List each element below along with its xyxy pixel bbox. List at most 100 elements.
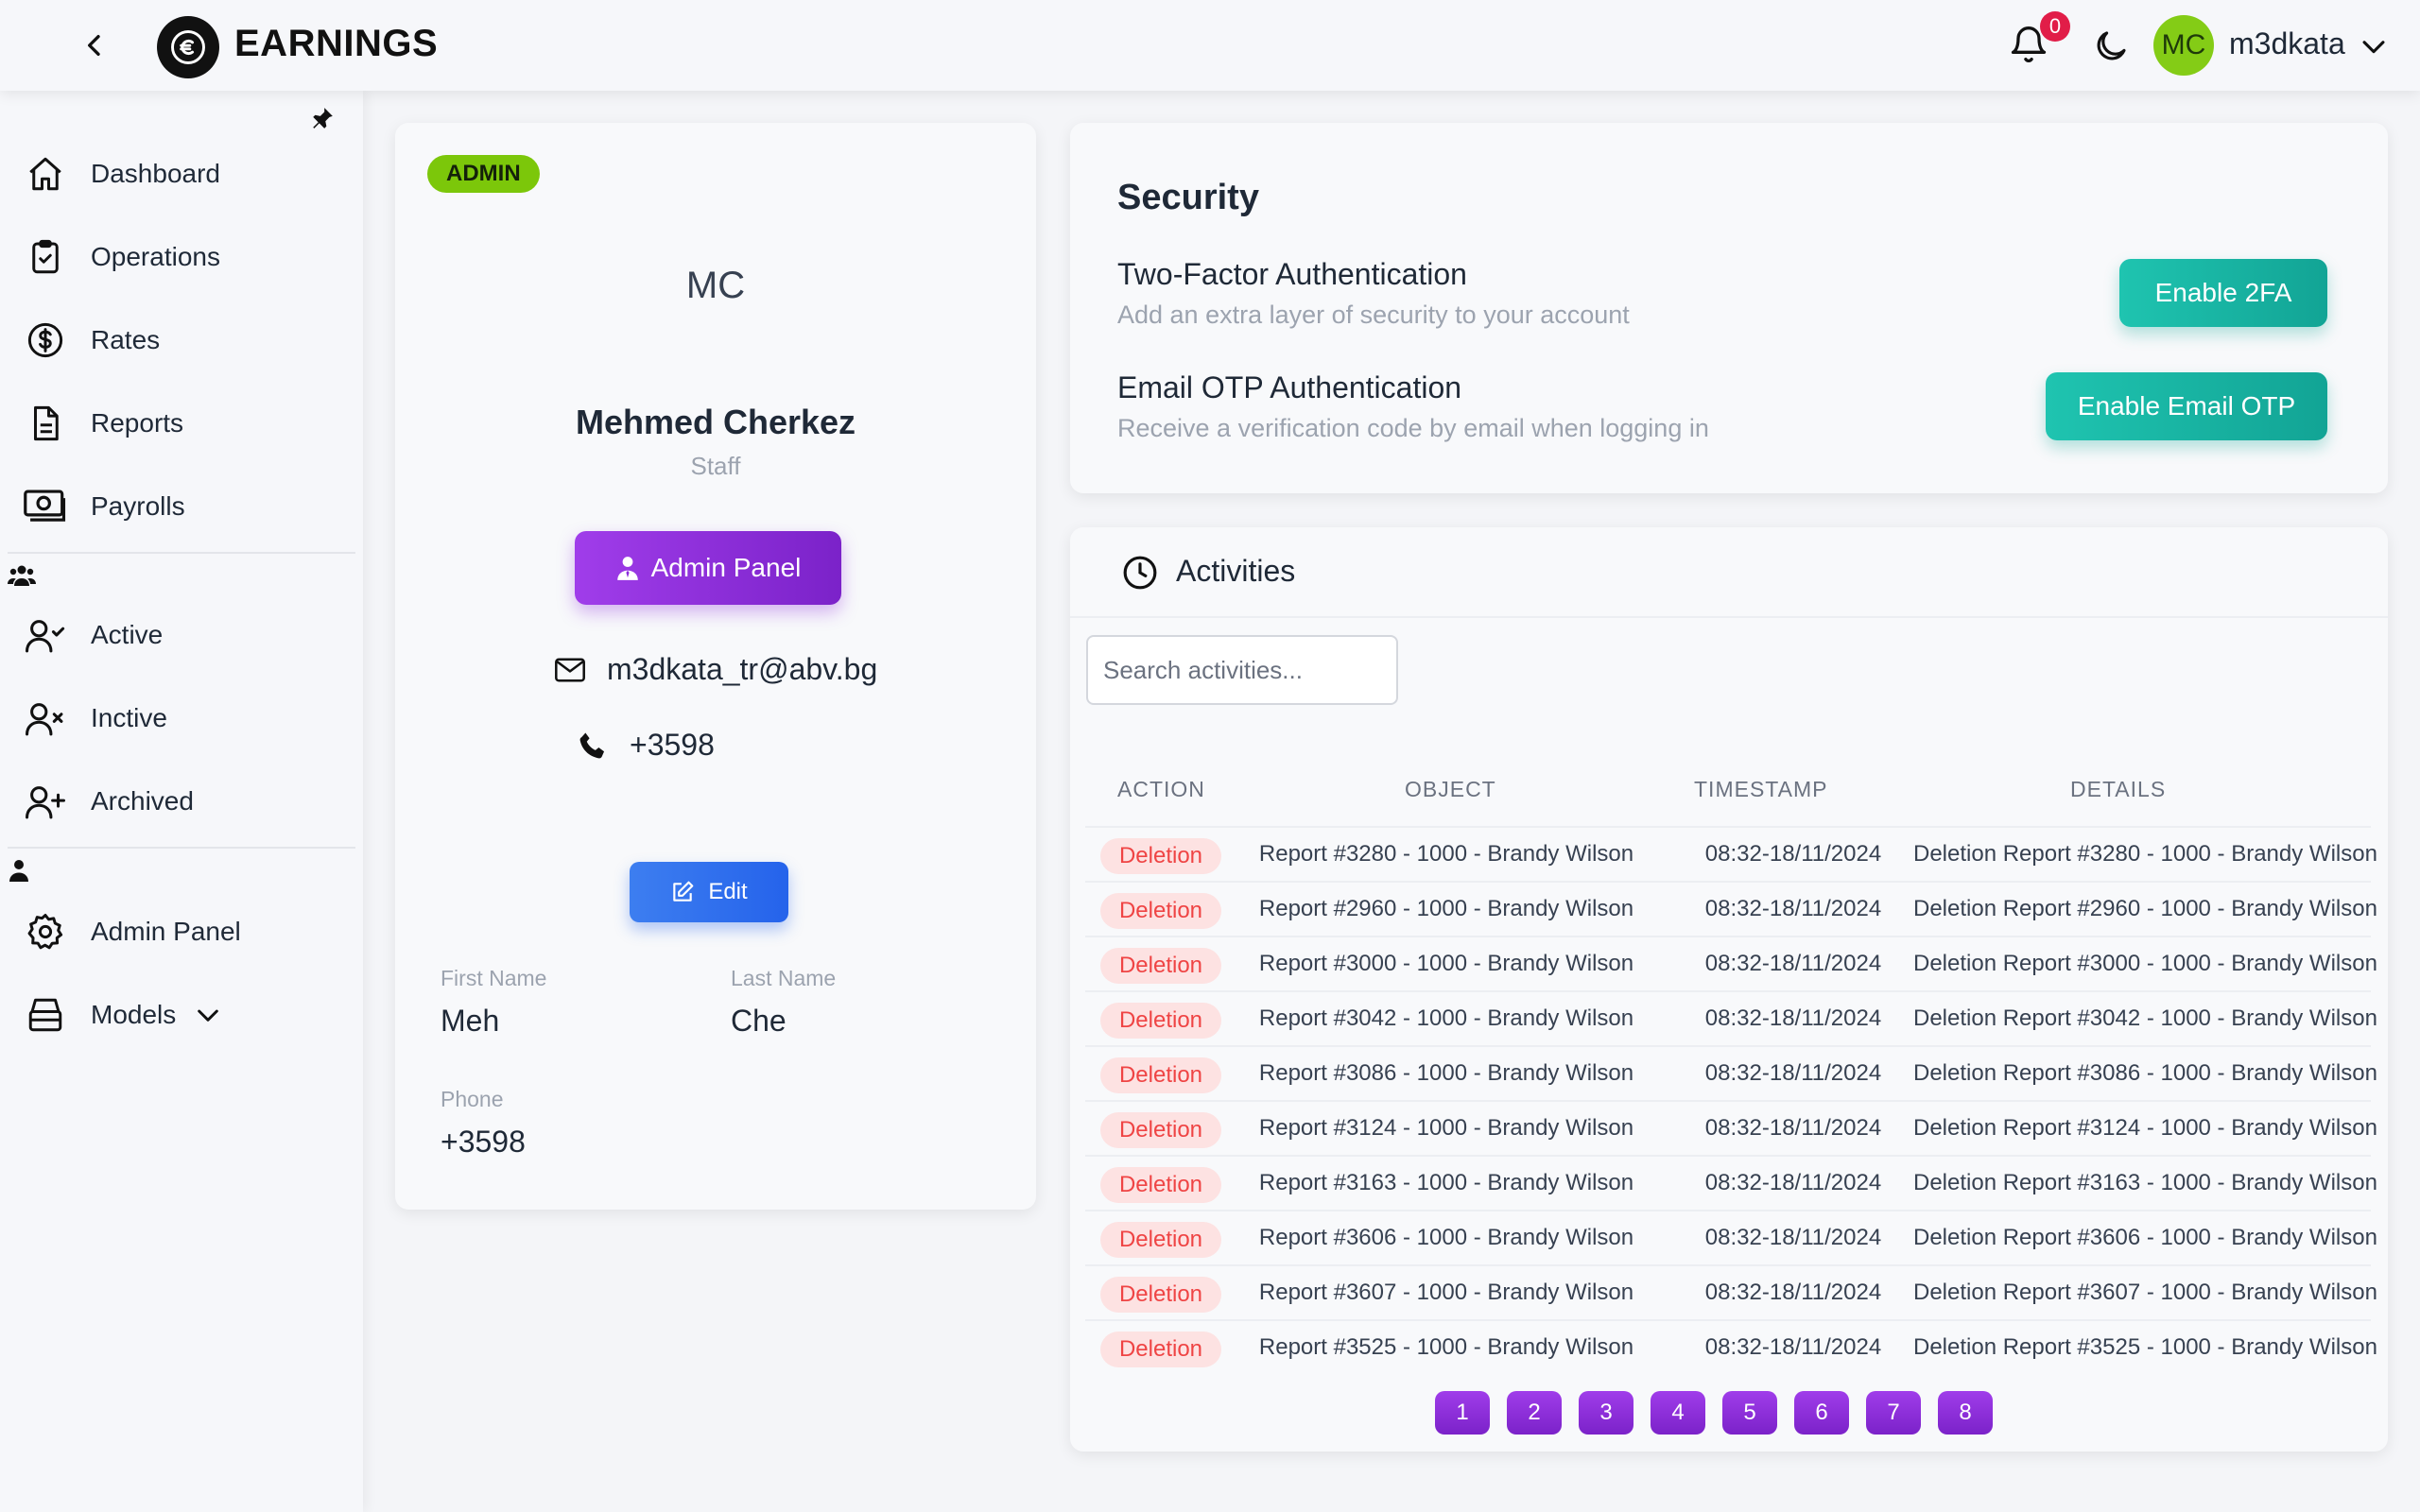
- sidebar-item-models[interactable]: Models: [0, 979, 355, 1051]
- email-row: m3dkata_tr@abv.bg: [554, 652, 877, 687]
- action-badge: Deletion: [1100, 1057, 1221, 1093]
- sidebar-item-label: Rates: [91, 325, 161, 354]
- security-card: Security Two-Factor Authentication Add a…: [1070, 123, 2388, 493]
- details-cell: Deletion Report #3124 - 1000 - Brandy Wi…: [1913, 1115, 2377, 1141]
- table-row[interactable]: Deletion Report #3606 - 1000 - Brandy Wil…: [1085, 1210, 2377, 1264]
- sidebar-divider: [8, 847, 355, 849]
- page-button[interactable]: 7: [1866, 1391, 1921, 1435]
- sidebar-item-label: Models: [91, 1000, 177, 1029]
- search-activities-input[interactable]: [1086, 635, 1398, 705]
- activities-title: Activities: [1176, 554, 1296, 588]
- sidebar-item-label: Active: [91, 620, 164, 649]
- timestamp-cell: 08:32-18/11/2024: [1704, 896, 1882, 921]
- timestamp-cell: 08:32-18/11/2024: [1704, 1115, 1882, 1141]
- first-name-label: First Name: [441, 966, 547, 990]
- enable-email-otp-button[interactable]: Enable Email OTP: [2046, 372, 2327, 440]
- role-badge: ADMIN: [427, 155, 540, 193]
- sidebar-item-label: Archived: [91, 786, 194, 816]
- admin-group-icon: [8, 858, 38, 885]
- notification-count-badge: 0: [2040, 11, 2070, 42]
- edit-profile-button[interactable]: Edit: [630, 862, 788, 922]
- column-header-object[interactable]: OBJECT: [1405, 777, 1496, 802]
- gear-icon: [23, 909, 68, 954]
- app-logo[interactable]: [157, 16, 219, 78]
- details-cell: Deletion Report #3086 - 1000 - Brandy Wi…: [1913, 1060, 2377, 1086]
- table-row[interactable]: Deletion Report #3607 - 1000 - Brandy Wil…: [1085, 1264, 2377, 1319]
- table-row[interactable]: Deletion Report #3525 - 1000 - Brandy Wil…: [1085, 1319, 2377, 1374]
- user-menu-toggle[interactable]: [2358, 30, 2390, 62]
- user-avatar[interactable]: MC: [2153, 15, 2214, 76]
- profile-name: Mehmed Cherkez: [575, 403, 856, 441]
- column-header-action[interactable]: ACTION: [1117, 777, 1205, 802]
- theme-toggle[interactable]: [2091, 26, 2131, 66]
- page-button[interactable]: 8: [1938, 1391, 1993, 1435]
- activities-card: Activities ACTION OBJECT TIMESTAMP DETAI…: [1070, 527, 2388, 1452]
- sidebar-item-label: Payrolls: [91, 491, 185, 521]
- sidebar-item-archived[interactable]: Archived: [0, 765, 355, 837]
- table-row[interactable]: Deletion Report #3086 - 1000 - Brandy Wil…: [1085, 1045, 2377, 1100]
- object-cell: Report #3042 - 1000 - Brandy Wilson: [1258, 1005, 1634, 1031]
- details-cell: Deletion Report #3607 - 1000 - Brandy Wi…: [1913, 1280, 2377, 1305]
- sidebar-item-dashboard[interactable]: Dashboard: [0, 138, 355, 210]
- username[interactable]: m3dkata: [2229, 26, 2345, 61]
- sidebar-item-rates[interactable]: Rates: [0, 304, 355, 376]
- sidebar-item-inactive[interactable]: Inctive: [0, 682, 355, 754]
- object-cell: Report #3086 - 1000 - Brandy Wilson: [1258, 1060, 1634, 1086]
- sidebar-item-label: Reports: [91, 408, 184, 438]
- database-icon: [23, 992, 68, 1038]
- page-button[interactable]: 3: [1579, 1391, 1634, 1435]
- sidebar-divider: [8, 552, 355, 554]
- sidebar-item-label: Operations: [91, 242, 220, 271]
- page-button[interactable]: 2: [1507, 1391, 1562, 1435]
- user-x-icon: [23, 696, 68, 741]
- page-button[interactable]: 5: [1722, 1391, 1777, 1435]
- chevron-down-icon[interactable]: [193, 1000, 223, 1030]
- chevron-down-icon: [2362, 41, 2385, 54]
- profile-role: Staff: [690, 452, 741, 480]
- first-name-value: Meh: [441, 1004, 500, 1038]
- sidebar-item-label: Dashboard: [91, 159, 220, 188]
- column-header-timestamp[interactable]: TIMESTAMP: [1694, 777, 1827, 802]
- twofa-title: Two-Factor Authentication: [1117, 257, 1467, 291]
- otp-subtitle: Receive a verification code by email whe…: [1117, 414, 1709, 442]
- timestamp-cell: 08:32-18/11/2024: [1704, 841, 1882, 867]
- clock-icon: [1123, 556, 1157, 590]
- sidebar-item-payrolls[interactable]: Payrolls: [0, 471, 355, 542]
- page-button[interactable]: 4: [1651, 1391, 1705, 1435]
- document-icon: [23, 401, 68, 446]
- user-plus-icon: [23, 779, 68, 824]
- logo-icon: [171, 30, 205, 64]
- column-header-details[interactable]: DETAILS: [2070, 777, 2166, 802]
- profile-phone[interactable]: +3598: [630, 728, 715, 763]
- profile-email[interactable]: m3dkata_tr@abv.bg: [607, 652, 877, 687]
- page-button[interactable]: 6: [1794, 1391, 1849, 1435]
- table-row[interactable]: Deletion Report #3124 - 1000 - Brandy Wil…: [1085, 1100, 2377, 1155]
- sidebar-item-operations[interactable]: Operations: [0, 221, 355, 293]
- user-check-icon: [23, 612, 68, 658]
- table-row[interactable]: Deletion Report #3163 - 1000 - Brandy Wil…: [1085, 1155, 2377, 1210]
- table-row[interactable]: Deletion Report #2960 - 1000 - Brandy Wil…: [1085, 881, 2377, 936]
- edit-button-label: Edit: [708, 879, 748, 904]
- security-title: Security: [1117, 178, 1259, 217]
- twofa-subtitle: Add an extra layer of security to your a…: [1117, 301, 1630, 329]
- phone-row: +3598: [577, 728, 715, 763]
- action-badge: Deletion: [1100, 1332, 1221, 1367]
- table-row[interactable]: Deletion Report #3280 - 1000 - Brandy Wil…: [1085, 826, 2377, 881]
- pagination: 12345678: [1435, 1391, 1993, 1435]
- enable-2fa-button[interactable]: Enable 2FA: [2119, 259, 2327, 327]
- table-row[interactable]: Deletion Report #3000 - 1000 - Brandy Wil…: [1085, 936, 2377, 990]
- sidebar-item-reports[interactable]: Reports: [0, 387, 355, 459]
- page-button[interactable]: 1: [1435, 1391, 1490, 1435]
- last-name-value: Che: [731, 1004, 786, 1038]
- back-button[interactable]: [76, 26, 113, 64]
- object-cell: Report #3124 - 1000 - Brandy Wilson: [1258, 1115, 1634, 1141]
- edit-icon: [673, 881, 694, 902]
- object-cell: Report #3606 - 1000 - Brandy Wilson: [1258, 1225, 1634, 1250]
- object-cell: Report #3000 - 1000 - Brandy Wilson: [1258, 951, 1634, 976]
- pin-sidebar-button[interactable]: [310, 106, 340, 136]
- admin-panel-button[interactable]: Admin Panel: [575, 531, 841, 605]
- action-badge: Deletion: [1100, 948, 1221, 984]
- table-row[interactable]: Deletion Report #3042 - 1000 - Brandy Wil…: [1085, 990, 2377, 1045]
- sidebar-item-active[interactable]: Active: [0, 599, 355, 671]
- sidebar-item-admin-panel[interactable]: Admin Panel: [0, 896, 355, 968]
